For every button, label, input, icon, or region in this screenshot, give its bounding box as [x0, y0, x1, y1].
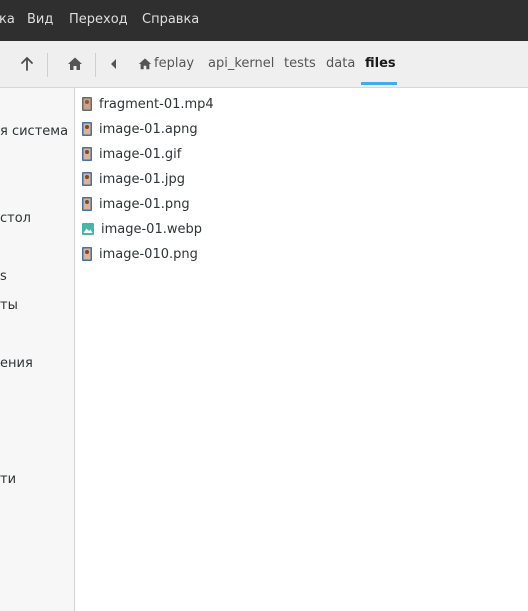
- breadcrumb-item-api-kernel[interactable]: api_kernel: [208, 56, 274, 71]
- sidebar-item-images[interactable]: ения: [0, 356, 33, 371]
- file-list: fragment-01.mp4 image-01.apng image-01.g…: [76, 88, 528, 611]
- file-name: image-01.gif: [99, 146, 182, 162]
- file-name: image-01.webp: [101, 221, 202, 237]
- webp-file-icon: [82, 223, 94, 235]
- home-button[interactable]: [60, 49, 90, 79]
- places-sidebar: я система стол s ты ения ти: [0, 88, 75, 611]
- sidebar-item-network[interactable]: ти: [0, 472, 16, 487]
- menu-bar: ка Вид Переход Справка: [0, 0, 528, 41]
- toolbar-separator: [47, 53, 48, 77]
- sidebar-item-desktop[interactable]: стол: [0, 211, 31, 226]
- menu-item-partial[interactable]: ка: [0, 12, 15, 27]
- sidebar-item-s[interactable]: s: [0, 269, 7, 284]
- breadcrumb-item-feplay[interactable]: feplay: [154, 56, 194, 71]
- home-icon: [68, 57, 82, 70]
- file-item[interactable]: image-01.webp: [82, 218, 202, 240]
- file-name: fragment-01.mp4: [99, 96, 214, 112]
- toolbar: feplay api_kernel tests data files: [0, 41, 528, 88]
- file-item[interactable]: fragment-01.mp4: [82, 93, 214, 115]
- menu-item-help[interactable]: Справка: [142, 12, 199, 27]
- up-button[interactable]: [12, 49, 42, 79]
- image-file-icon: [82, 147, 92, 161]
- breadcrumb-item-tests[interactable]: tests: [284, 56, 316, 71]
- chevron-left-icon: [111, 59, 116, 69]
- file-item[interactable]: image-01.apng: [82, 118, 198, 140]
- image-file-icon: [82, 172, 92, 186]
- menu-item-view[interactable]: Вид: [27, 12, 53, 27]
- file-item[interactable]: image-01.png: [82, 193, 190, 215]
- image-file-icon: [82, 247, 92, 261]
- file-name: image-01.jpg: [99, 171, 185, 187]
- file-name: image-01.png: [99, 196, 190, 212]
- sidebar-item-documents[interactable]: ты: [0, 298, 18, 313]
- image-file-icon: [82, 122, 92, 136]
- file-item[interactable]: image-01.jpg: [82, 168, 185, 190]
- toolbar-separator: [95, 53, 96, 77]
- breadcrumb-item-current[interactable]: files: [365, 56, 396, 71]
- file-name: image-01.apng: [99, 121, 198, 137]
- file-item[interactable]: image-01.gif: [82, 143, 181, 165]
- breadcrumb-scroll-left-button[interactable]: [100, 49, 128, 79]
- file-item[interactable]: image-010.png: [82, 243, 198, 265]
- breadcrumb-item-data[interactable]: data: [326, 56, 355, 71]
- home-icon: [138, 58, 152, 70]
- sidebar-item-filesystem[interactable]: я система: [0, 124, 68, 139]
- breadcrumb-home-icon-button[interactable]: [134, 49, 156, 79]
- arrow-up-icon: [21, 56, 33, 71]
- menu-item-go[interactable]: Переход: [69, 12, 128, 27]
- file-name: image-010.png: [99, 246, 198, 262]
- image-file-icon: [82, 197, 92, 211]
- video-file-icon: [82, 97, 92, 111]
- breadcrumb-active-indicator: [361, 82, 397, 85]
